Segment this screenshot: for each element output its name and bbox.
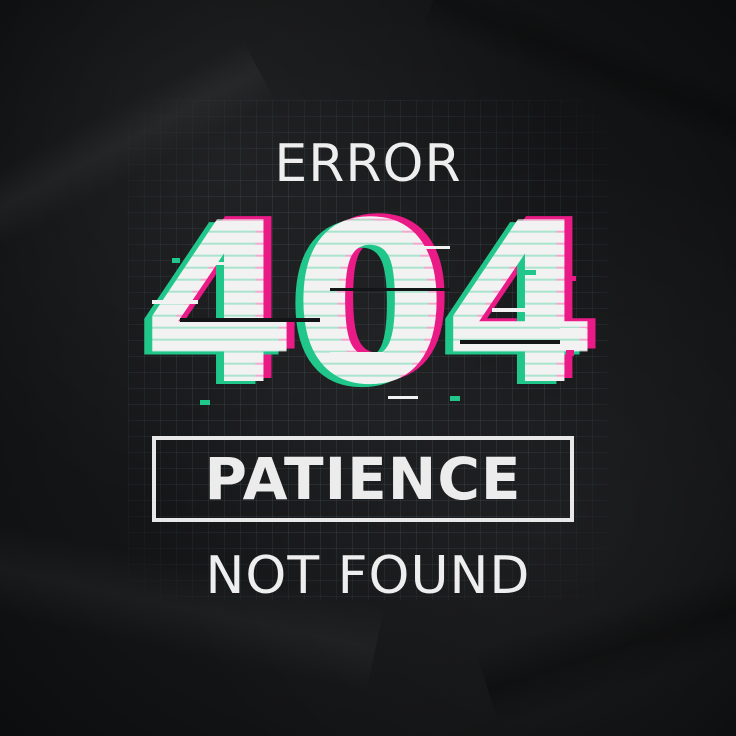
patience-frame: PATIENCE: [152, 436, 574, 522]
glitch-dash: [560, 328, 586, 331]
glitch-dash: [200, 400, 210, 405]
number-404: 404: [142, 176, 597, 434]
glitch-dash: [388, 396, 418, 399]
glitch-dash: [566, 276, 576, 281]
glitch-dash: [492, 308, 532, 312]
glitch-dash: [420, 246, 450, 249]
tshirt-photo: ERROR 404 404 404 PATIENCE NOT FOUND: [0, 0, 736, 736]
glitch-dash: [172, 258, 180, 263]
glitch-404: 404 404 404: [0, 176, 736, 434]
glitch-dash: [524, 270, 536, 275]
glitch-dash: [214, 262, 254, 265]
glitch-slice: [330, 288, 450, 291]
glitch-slice: [180, 318, 320, 322]
not-found-heading: NOT FOUND: [205, 546, 531, 606]
glitch-dash: [330, 352, 384, 356]
glitch-slice: [460, 340, 560, 344]
glitch-dash: [450, 396, 460, 401]
glitch-dash: [152, 300, 198, 304]
glitch-dash: [566, 350, 574, 356]
patience-word: PATIENCE: [204, 445, 522, 513]
